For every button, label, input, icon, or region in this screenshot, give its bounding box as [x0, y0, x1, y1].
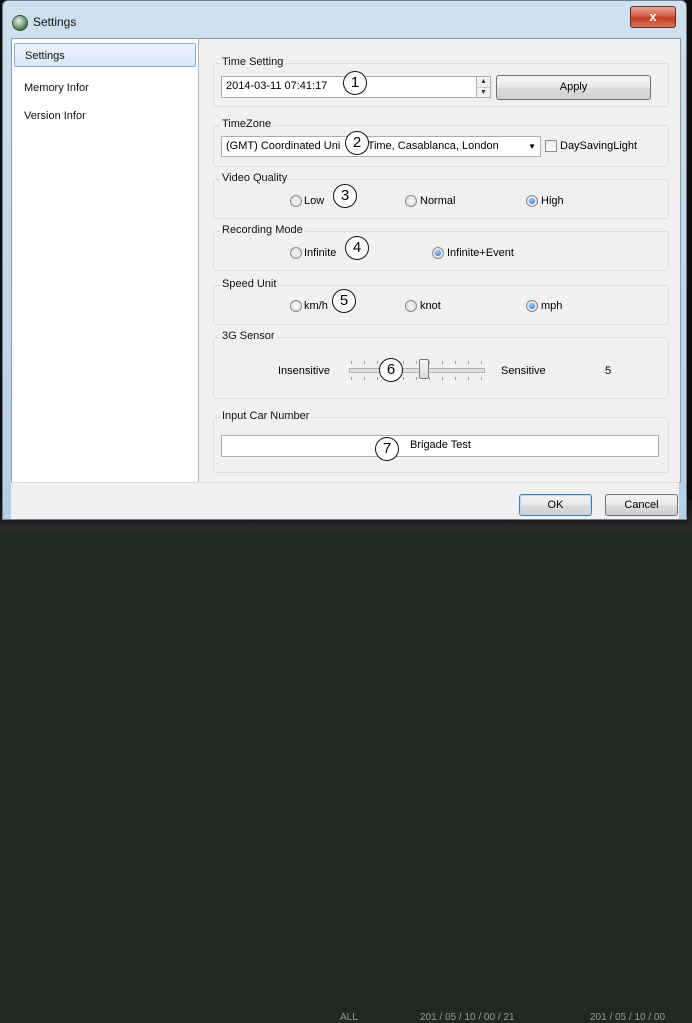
marker-7: 7 [375, 437, 399, 461]
radio-kmh-label: km/h [304, 300, 328, 312]
timezone-label: TimeZone [220, 118, 274, 130]
slider-tick [403, 377, 404, 380]
slider-tick [377, 377, 378, 380]
insensitive-label: Insensitive [278, 365, 330, 377]
window-title: Settings [33, 15, 77, 29]
marker-2: 2 [345, 131, 369, 155]
radio-infinite-event-label: Infinite+Event [447, 247, 514, 259]
slider-tick [455, 377, 456, 380]
radio-high[interactable] [526, 195, 538, 207]
sidebar-item-settings[interactable]: Settings [14, 43, 196, 67]
slider-thumb[interactable] [419, 359, 429, 379]
radio-infinite-label: Infinite [304, 247, 337, 259]
timezone-select[interactable]: (GMT) Coordinated Uni l Time, Casablanca,… [221, 136, 541, 157]
slider-tick [364, 361, 365, 364]
app-icon [12, 15, 28, 31]
marker-3: 3 [333, 184, 357, 208]
radio-knot[interactable] [405, 300, 417, 312]
background-text: ALL [340, 1012, 358, 1023]
spin-down-icon[interactable]: ▼ [477, 88, 490, 98]
radio-normal-label: Normal [420, 195, 456, 207]
slider-tick [468, 377, 469, 380]
background-text: 201 / 05 / 10 / 00 / 21 [420, 1012, 515, 1023]
slider-tick [429, 361, 430, 364]
sidebar-item-memory-infor[interactable]: Memory Infor [14, 76, 196, 100]
speed-unit-group: Speed Unit [213, 278, 669, 325]
radio-low-label: Low [304, 195, 325, 207]
slider-tick [442, 377, 443, 380]
slider-tick [481, 377, 482, 380]
client-area: Settings Memory Infor Version Infor Time… [11, 38, 681, 483]
chevron-down-icon: ▼ [528, 142, 536, 151]
dst-label: DaySavingLight [560, 140, 638, 152]
slider-tick [429, 377, 430, 380]
apply-button[interactable]: Apply [496, 75, 651, 100]
sidebar: Settings Memory Infor Version Infor [12, 39, 199, 482]
video-quality-label: Video Quality [220, 172, 290, 184]
background-text: 201 / 05 / 10 / 00 [590, 1012, 666, 1023]
slider-tick [403, 361, 404, 364]
close-button[interactable]: x [630, 6, 676, 28]
slider-track [349, 368, 485, 373]
radio-infinite[interactable] [290, 247, 302, 259]
sensitive-label: Sensitive [501, 365, 546, 377]
recording-mode-label: Recording Mode [220, 224, 305, 236]
radio-high-label: High [541, 195, 564, 207]
radio-normal[interactable] [405, 195, 417, 207]
radio-kmh[interactable] [290, 300, 302, 312]
timezone-value: (GMT) Coordinated Uni [226, 140, 341, 152]
radio-mph-label: mph [541, 300, 563, 312]
slider-tick [351, 361, 352, 364]
dialog-footer: OK Cancel [11, 482, 679, 519]
slider-tick [351, 377, 352, 380]
radio-knot-label: knot [420, 300, 441, 312]
radio-infinite-event[interactable] [432, 247, 444, 259]
ok-button[interactable]: OK [519, 494, 592, 516]
slider-tick [416, 361, 417, 364]
slider-tick [455, 361, 456, 364]
slider-tick [377, 361, 378, 364]
dst-checkbox[interactable] [545, 140, 557, 152]
settings-panel: Time Setting 2014-03-11 07:41:17 ▲ ▼ App… [199, 39, 680, 482]
timezone-value-tail: l Time, Casablanca, London [362, 140, 499, 152]
radio-low[interactable] [290, 195, 302, 207]
slider-tick [416, 377, 417, 380]
sidebar-item-version-infor[interactable]: Version Infor [14, 104, 196, 128]
time-spinner[interactable]: ▲ ▼ [476, 76, 491, 98]
g-sensor-label: 3G Sensor [220, 330, 277, 342]
sensitivity-value: 5 [605, 365, 612, 377]
settings-window: Settings x Settings Memory Infor Version… [2, 0, 687, 520]
cancel-button[interactable]: Cancel [605, 494, 678, 516]
spin-up-icon[interactable]: ▲ [477, 77, 490, 88]
slider-tick [481, 361, 482, 364]
time-setting-label: Time Setting [220, 56, 286, 68]
marker-6: 6 [379, 358, 403, 382]
speed-unit-label: Speed Unit [220, 278, 279, 290]
car-number-input[interactable]: Brigade Test [221, 435, 659, 457]
marker-4: 4 [345, 236, 369, 260]
slider-tick [364, 377, 365, 380]
marker-5: 5 [332, 289, 356, 313]
title-bar[interactable]: Settings x [3, 1, 686, 37]
car-number-label: Input Car Number [220, 410, 312, 422]
slider-tick [468, 361, 469, 364]
radio-mph[interactable] [526, 300, 538, 312]
marker-1: 1 [343, 71, 367, 95]
slider-tick [442, 361, 443, 364]
